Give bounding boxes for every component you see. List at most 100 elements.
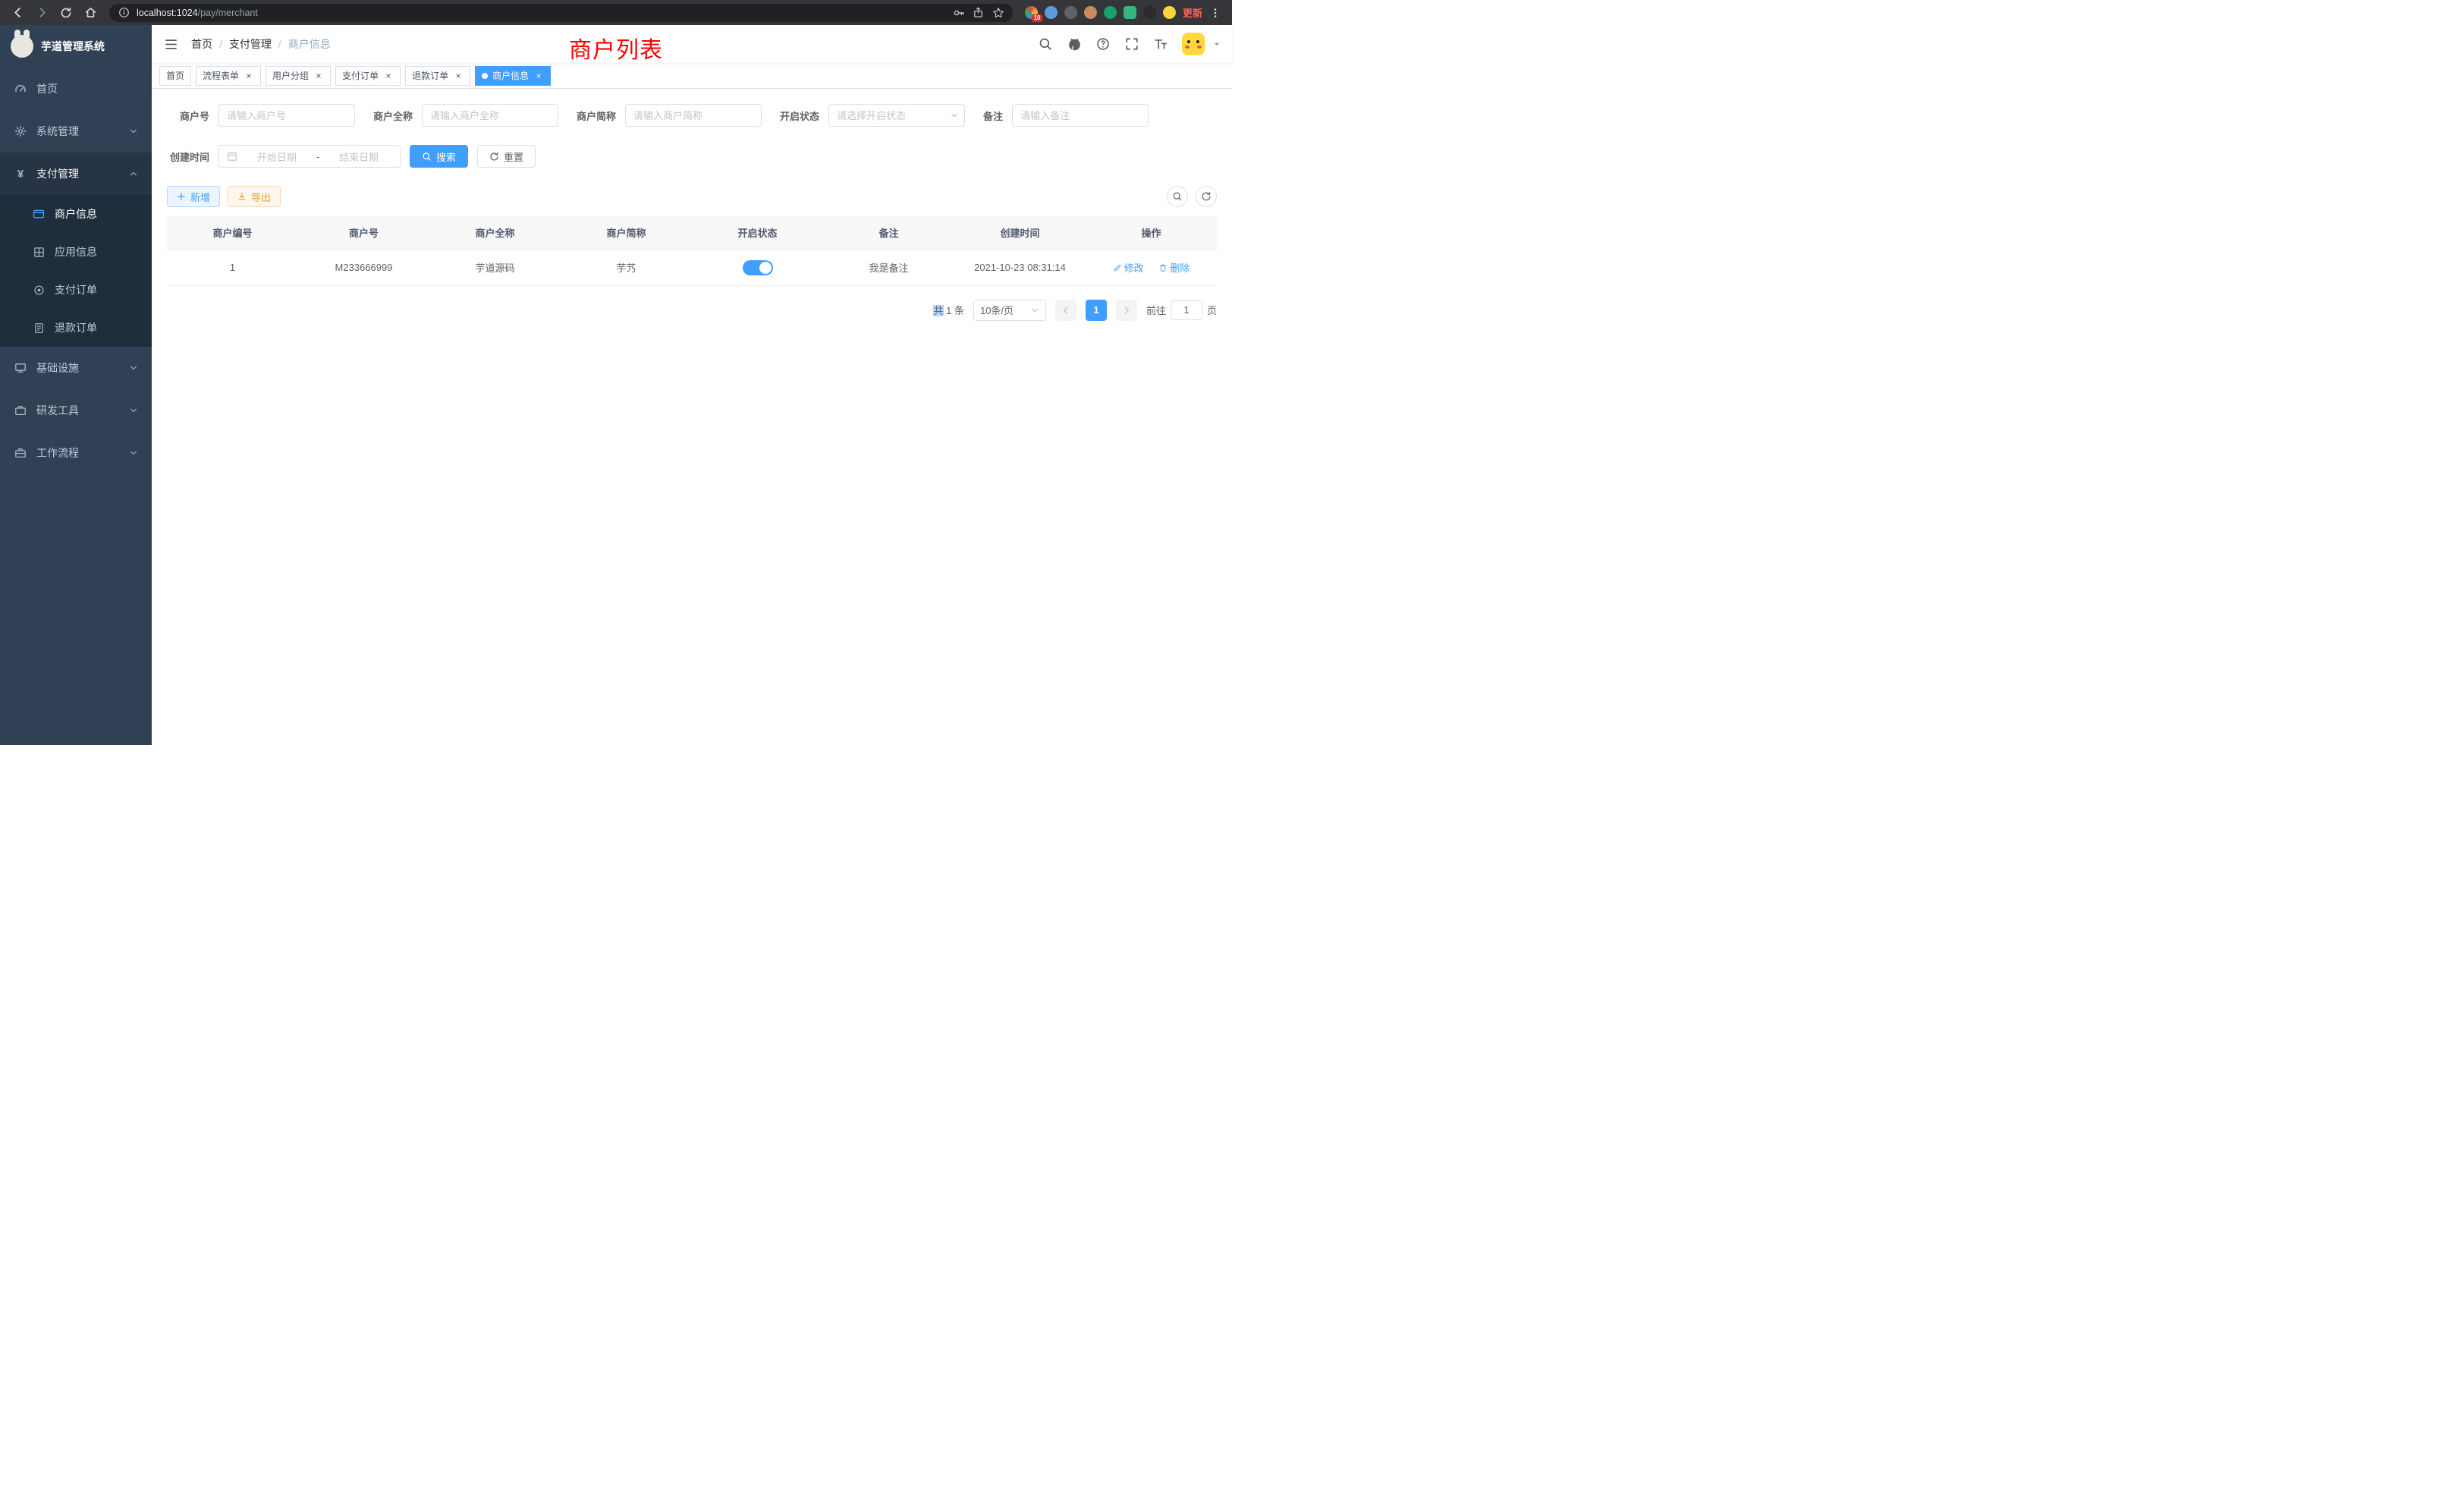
tab-close-icon[interactable]: × <box>244 71 254 81</box>
browser-back-button[interactable] <box>8 3 27 23</box>
extension-icon[interactable] <box>1143 6 1156 19</box>
add-button[interactable]: 新增 <box>167 186 220 207</box>
address-bar[interactable]: localhost:1024/pay/merchant <box>109 4 1013 22</box>
tab-user-group[interactable]: 用户分组 × <box>266 66 331 86</box>
sidebar-item-label: 基础设施 <box>36 360 79 376</box>
chevron-up-icon <box>129 169 138 178</box>
extension-icon[interactable] <box>1045 6 1058 19</box>
browser-menu-icon[interactable] <box>1209 7 1221 19</box>
extension-icon[interactable] <box>1084 6 1097 19</box>
filter-row-1: 商户号 商户全称 商户简称 开启状态 <box>167 104 1217 127</box>
font-size-icon[interactable] <box>1153 36 1168 52</box>
password-key-icon[interactable] <box>952 6 966 20</box>
tab-close-icon[interactable]: × <box>453 71 464 81</box>
help-icon[interactable] <box>1095 36 1111 52</box>
extension-icon[interactable] <box>1104 6 1117 19</box>
merchant-no-input[interactable] <box>218 104 355 127</box>
sidebar-item-system[interactable]: 系统管理 <box>0 110 152 152</box>
field-label: 创建时间 <box>167 149 209 164</box>
breadcrumb-payment[interactable]: 支付管理 <box>229 36 272 52</box>
end-date-placeholder: 结束日期 <box>325 149 392 164</box>
tab-process-form[interactable]: 流程表单 × <box>196 66 261 86</box>
reset-button[interactable]: 重置 <box>477 145 536 168</box>
extension-icon[interactable] <box>1124 6 1136 19</box>
tab-home[interactable]: 首页 <box>159 66 191 86</box>
field-label: 商户全称 <box>373 108 413 123</box>
extension-icon[interactable]: 10 <box>1025 6 1038 19</box>
tab-pay-order[interactable]: 支付订单 × <box>335 66 401 86</box>
sidebar-item-app-info[interactable]: 应用信息 <box>0 233 152 271</box>
sidebar-item-label: 系统管理 <box>36 124 79 139</box>
search-button[interactable]: 搜索 <box>410 145 468 168</box>
caret-down-icon[interactable] <box>1212 39 1221 49</box>
edit-link-label: 修改 <box>1124 260 1144 275</box>
reset-button-label: 重置 <box>504 149 523 164</box>
goto-page-input[interactable] <box>1171 300 1202 320</box>
app-logo[interactable]: 芋道管理系统 <box>0 25 152 68</box>
page-number-button[interactable]: 1 <box>1086 300 1107 321</box>
sidebar-item-merchant-info[interactable]: 商户信息 <box>0 195 152 233</box>
goto-suffix-label: 页 <box>1207 303 1217 317</box>
toolbox-icon <box>14 404 27 417</box>
sidebar-item-dev-tools[interactable]: 研发工具 <box>0 389 152 432</box>
refresh-table-button[interactable] <box>1196 186 1217 207</box>
github-icon[interactable] <box>1067 36 1082 52</box>
share-icon[interactable] <box>972 6 985 20</box>
fullscreen-icon[interactable] <box>1124 36 1139 52</box>
sidebar-item-payment[interactable]: ¥ 支付管理 <box>0 152 152 195</box>
sidebar-item-label: 研发工具 <box>36 403 79 418</box>
sidebar-item-home[interactable]: 首页 <box>0 68 152 110</box>
sidebar-item-label: 应用信息 <box>55 244 97 259</box>
next-page-button[interactable] <box>1116 300 1137 321</box>
browser-update-button[interactable]: 更新 <box>1183 5 1202 20</box>
top-navbar: 首页 / 支付管理 / 商户信息 商户列表 <box>152 25 1232 63</box>
status-toggle[interactable] <box>743 260 773 275</box>
page-size-select[interactable]: 10条/页 <box>973 300 1046 321</box>
yen-icon: ¥ <box>14 167 27 181</box>
bookmark-star-icon[interactable] <box>992 6 1005 20</box>
breadcrumb-home[interactable]: 首页 <box>191 36 212 52</box>
user-avatar[interactable] <box>1182 33 1205 55</box>
tab-merchant-info[interactable]: 商户信息 × <box>475 66 551 86</box>
browser-home-button[interactable] <box>80 3 100 23</box>
tab-close-icon[interactable]: × <box>533 71 544 81</box>
delete-link-label: 删除 <box>1170 260 1190 275</box>
tab-label: 支付订单 <box>342 69 379 82</box>
browser-reload-button[interactable] <box>56 3 76 23</box>
date-range-picker[interactable]: 开始日期 - 结束日期 <box>218 145 401 168</box>
edit-link[interactable]: 修改 <box>1113 260 1144 275</box>
remark-input[interactable] <box>1012 104 1149 127</box>
sidebar-item-refund-order[interactable]: 退款订单 <box>0 309 152 347</box>
prev-page-button[interactable] <box>1055 300 1076 321</box>
sidebar-item-workflow[interactable]: 工作流程 <box>0 432 152 474</box>
tab-label: 首页 <box>166 69 184 82</box>
sidebar-item-pay-order[interactable]: 支付订单 <box>0 271 152 309</box>
sidebar-submenu-payment: 商户信息 应用信息 支付订单 退款订单 <box>0 195 152 347</box>
browser-forward-button[interactable] <box>32 3 52 23</box>
url-host: localhost:1024 <box>137 8 198 18</box>
site-info-icon[interactable] <box>117 6 130 20</box>
tab-refund-order[interactable]: 退款订单 × <box>405 66 470 86</box>
sidebar-item-infrastructure[interactable]: 基础设施 <box>0 347 152 389</box>
toggle-search-button[interactable] <box>1167 186 1188 207</box>
chevron-down-icon <box>129 363 138 372</box>
filter-full-name: 商户全称 <box>373 104 558 127</box>
export-button[interactable]: 导出 <box>228 186 281 207</box>
tab-label: 流程表单 <box>203 69 239 82</box>
full-name-input[interactable] <box>422 104 558 127</box>
sidebar-toggle-icon[interactable] <box>162 36 179 52</box>
search-icon[interactable] <box>1038 36 1053 52</box>
extension-icon[interactable] <box>1064 6 1077 19</box>
tab-close-icon[interactable]: × <box>313 71 324 81</box>
sidebar: 芋道管理系统 首页 系统管理 ¥ 支付管理 <box>0 25 152 745</box>
tab-close-icon[interactable]: × <box>383 71 394 81</box>
monitor-icon <box>14 361 27 375</box>
filter-create-time: 创建时间 开始日期 - 结束日期 <box>167 145 401 168</box>
delete-link[interactable]: 删除 <box>1158 260 1190 275</box>
extension-icon[interactable] <box>1163 6 1176 19</box>
status-select[interactable] <box>828 104 965 127</box>
table-row: 1 M233666999 芋道源码 芋艿 我是备注 2021-10-23 08:… <box>167 250 1217 285</box>
search-button-label: 搜索 <box>436 149 456 164</box>
short-name-input[interactable] <box>625 104 762 127</box>
refresh-icon <box>489 152 499 162</box>
